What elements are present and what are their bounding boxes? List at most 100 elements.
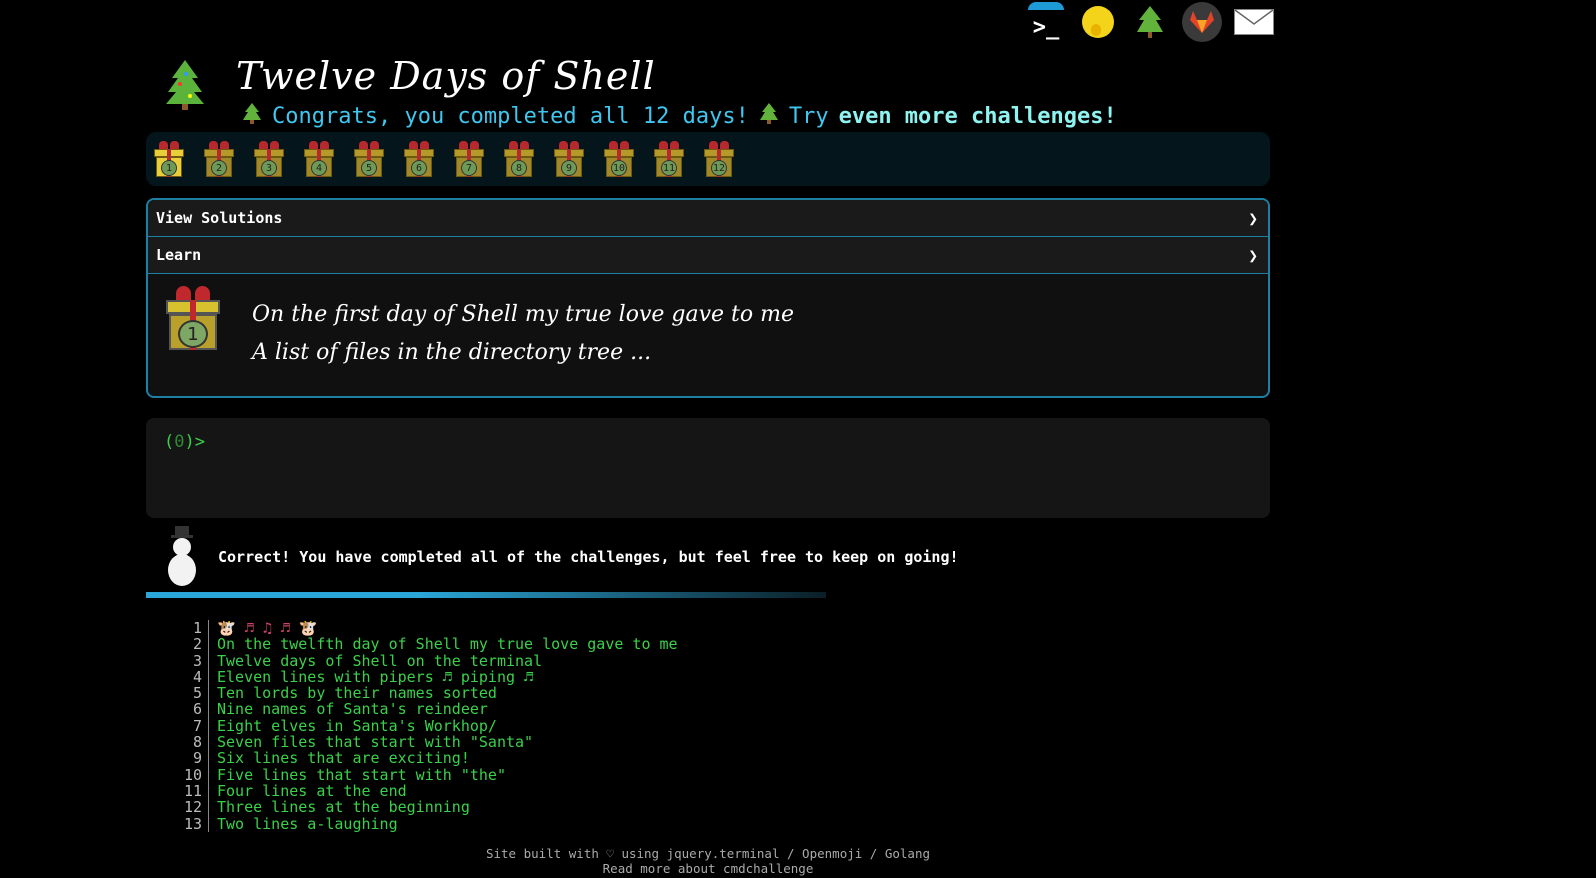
line-text: 🐮 ♬ ♫ ♬ 🐮	[217, 619, 318, 637]
verse-line-1: On the first day of Shell my true love g…	[252, 302, 795, 327]
day-gift-6[interactable]: 6	[404, 141, 434, 177]
christmas-tree-icon	[242, 102, 262, 130]
day-gift-7[interactable]: 7	[454, 141, 484, 177]
gitlab-fox-icon[interactable]	[1182, 2, 1222, 42]
day-selector: 1 2 3 4 5 6 7 8 9 10 11 12	[146, 132, 1270, 186]
page-title: Twelve Days of Shell	[236, 54, 656, 98]
verse-line-2: A list of files in the directory tree ..…	[252, 340, 652, 365]
day-number: 5	[361, 160, 377, 176]
christmas-tree-logo-icon	[164, 58, 206, 110]
day-number: 6	[411, 160, 427, 176]
footer-credits: Site built with ♡ using jquery.terminal …	[485, 846, 930, 861]
line-text: On the twelfth day of Shell my true love…	[217, 635, 678, 654]
line-number: 10	[170, 766, 209, 783]
listing-row: 8 Seven files that start with "Santa"	[170, 733, 678, 752]
listing-row: 5 Ten lords by their names sorted	[170, 684, 678, 703]
listing-row: 1 🐮 ♬ ♫ ♬ 🐮	[170, 619, 678, 637]
day-gift-4[interactable]: 4	[304, 141, 334, 177]
listing-row: 2 On the twelfth day of Shell my true lov…	[170, 635, 678, 654]
learn-toggle[interactable]: Learn ❯	[148, 237, 1268, 274]
challenge-panel: View Solutions ❯ Learn ❯ 1 On the first …	[146, 198, 1270, 398]
line-number: 4	[170, 669, 209, 685]
prompt-close: )>	[184, 432, 205, 452]
line-number: 7	[170, 717, 209, 734]
day-gift-5[interactable]: 5	[354, 141, 384, 177]
line-number: 11	[170, 783, 209, 799]
line-text: Ten lords by their names sorted	[217, 684, 497, 703]
congrats-banner: Congrats, you completed all 12 days! Try…	[242, 102, 1117, 130]
day-gift-12[interactable]: 12	[704, 141, 734, 177]
learn-label: Learn	[156, 246, 202, 264]
progress-bar	[146, 592, 826, 598]
output-listing: 1 🐮 ♬ ♫ ♬ 🐮 2 On the twelfth day of Shell m…	[170, 620, 678, 832]
day-gift-3[interactable]: 3	[254, 141, 284, 177]
day-number: 11	[661, 160, 677, 176]
line-number: 6	[170, 701, 209, 718]
gift-number: 1	[178, 320, 208, 348]
line-text: Eleven lines with pipers ♬ piping ♬	[217, 667, 534, 686]
view-solutions-label: View Solutions	[156, 209, 283, 227]
line-text: Six lines that are exciting!	[217, 749, 470, 768]
line-number: 9	[170, 750, 209, 767]
line-text: Seven files that start with "Santa"	[217, 733, 534, 752]
listing-row: 7 Eight elves in Santa's Workhop/	[170, 716, 678, 735]
listing-row: 4 Eleven lines with pipers ♬ piping ♬	[170, 667, 678, 686]
line-text: Eight elves in Santa's Workhop/	[217, 716, 497, 735]
congrats-text: Congrats, you completed all 12 days!	[272, 103, 749, 129]
day-number: 8	[511, 160, 527, 176]
day-number: 3	[261, 160, 277, 176]
line-text: Twelve days of Shell on the terminal	[217, 651, 543, 670]
line-number: 5	[170, 685, 209, 701]
day-gift-10[interactable]: 10	[604, 141, 634, 177]
listing-row: 10 Five lines that start with "the"	[170, 765, 678, 784]
read-more-link[interactable]: Read more about cmdchallenge	[0, 861, 1416, 876]
line-number: 13	[170, 815, 209, 832]
day-number: 4	[311, 160, 327, 176]
listing-row: 6 Nine names of Santa's reindeer	[170, 700, 678, 719]
listing-row: 13 Two lines a-laughing	[170, 815, 678, 832]
terminal-icon[interactable]: >_	[1026, 2, 1066, 42]
listing-row: 11 Four lines at the end	[170, 781, 678, 800]
listing-row: 12 Three lines at the beginning	[170, 798, 678, 817]
day-gift-11[interactable]: 11	[654, 141, 684, 177]
listing-row: 9 Six lines that are exciting!	[170, 749, 678, 768]
chevron-right-icon: ❯	[1248, 245, 1258, 265]
line-number: 2	[170, 636, 209, 653]
day-gift-1[interactable]: 1	[154, 141, 184, 177]
mail-icon[interactable]	[1234, 2, 1274, 42]
day-gift-9[interactable]: 9	[554, 141, 584, 177]
view-solutions-toggle[interactable]: View Solutions ❯	[148, 200, 1268, 237]
listing-row: 3 Twelve days of Shell on the terminal	[170, 651, 678, 670]
line-text: Five lines that start with "the"	[217, 765, 506, 784]
gift-box-icon: 1	[166, 286, 220, 352]
try-text: Try	[788, 103, 829, 129]
christmas-tree-icon[interactable]	[1130, 2, 1170, 42]
christmas-tree-icon	[759, 102, 779, 130]
line-number: 1	[170, 620, 209, 636]
line-text: Three lines at the beginning	[217, 798, 470, 817]
line-number: 3	[170, 652, 209, 669]
footer: Site built with ♡ using jquery.terminal …	[0, 846, 1416, 876]
terminal[interactable]: (0)>	[146, 418, 1270, 518]
line-text: Nine names of Santa's reindeer	[217, 700, 488, 719]
top-nav-icons: >_	[1026, 0, 1274, 44]
prompt-open: (	[164, 432, 175, 452]
result-text: Correct! You have completed all of the c…	[218, 548, 959, 566]
day-number: 2	[211, 160, 227, 176]
terminal-prompt[interactable]: (0)>	[164, 432, 1252, 452]
day-gift-2[interactable]: 2	[204, 141, 234, 177]
line-number: 12	[170, 799, 209, 816]
day-number: 1	[161, 160, 177, 176]
chevron-right-icon: ❯	[1248, 208, 1258, 228]
more-challenges-link[interactable]: even more challenges!	[839, 104, 1117, 129]
line-number: 8	[170, 734, 209, 750]
day-gift-8[interactable]: 8	[504, 141, 534, 177]
line-text: Four lines at the end	[217, 781, 407, 800]
verse-area: 1 On the first day of Shell my true love…	[148, 274, 1268, 396]
day-number: 12	[711, 160, 727, 176]
challenge-verse: On the first day of Shell my true love g…	[252, 296, 794, 372]
prompt-counter: 0	[174, 432, 185, 452]
day-number: 7	[461, 160, 477, 176]
shush-face-icon[interactable]	[1078, 2, 1118, 42]
day-number: 9	[561, 160, 577, 176]
